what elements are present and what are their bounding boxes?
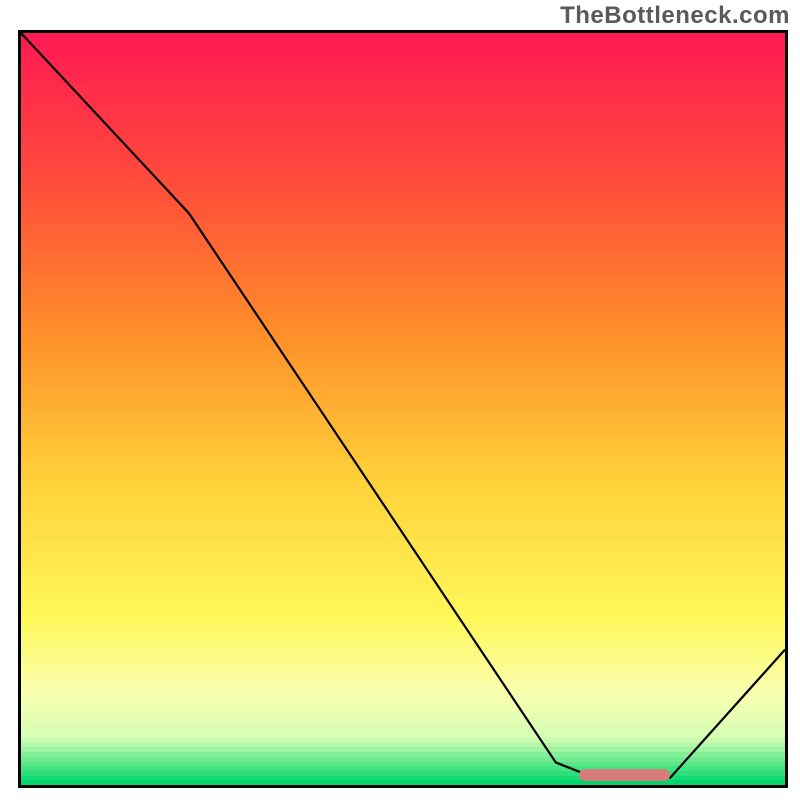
- chart-frame: TheBottleneck.com: [0, 0, 800, 800]
- bottleneck-curve-path: [21, 33, 785, 777]
- watermark-text: TheBottleneck.com: [560, 2, 790, 30]
- curve-overlay: [21, 33, 785, 785]
- optimal-range-marker: [579, 769, 671, 781]
- plot-area: [18, 30, 788, 788]
